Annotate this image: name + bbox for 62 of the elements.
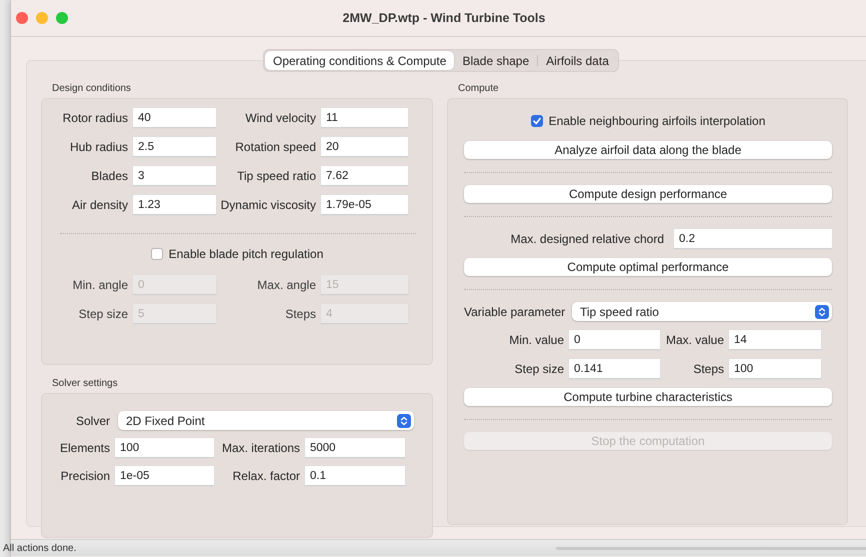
input-field[interactable]: 7.62: [321, 166, 408, 186]
input-field[interactable]: 20: [321, 137, 408, 157]
group-title: Solver settings: [52, 378, 119, 389]
group-title: Design conditions: [52, 83, 132, 94]
field-label: Wind velocity: [244, 111, 316, 125]
field-label: Dynamic viscosity: [220, 198, 316, 212]
field-label: Elements: [58, 441, 110, 455]
input-field[interactable]: 3: [133, 166, 216, 186]
input-field[interactable]: 1.23: [133, 195, 216, 215]
input-field[interactable]: 100: [115, 438, 214, 458]
chevrons-icon: [397, 414, 411, 428]
dropdown[interactable]: 2D Fixed Point: [118, 411, 414, 430]
field-label: Rotor radius: [62, 111, 128, 125]
field-label: Tip speed ratio: [236, 169, 316, 183]
status-text: All actions done.: [3, 542, 78, 554]
field-label: Blades: [90, 169, 128, 183]
push-button[interactable]: Compute design performance: [464, 185, 832, 203]
push-button[interactable]: Compute optimal performance: [464, 258, 832, 276]
field-label: Max. value: [664, 333, 724, 347]
input-field[interactable]: 100: [729, 359, 821, 379]
field-label: Steps: [692, 362, 724, 376]
tab[interactable]: Operating conditions & Compute: [265, 51, 454, 70]
field-label: Hub radius: [68, 140, 128, 154]
input-field[interactable]: 14: [729, 330, 821, 350]
field-label: Min. angle: [72, 278, 128, 292]
input-field[interactable]: 0.2: [674, 229, 832, 249]
input-field[interactable]: 11: [321, 108, 408, 128]
input-field[interactable]: 0.141: [569, 359, 660, 379]
input-field[interactable]: 0: [569, 330, 660, 350]
push-button[interactable]: Analyze airfoil data along the blade: [464, 141, 832, 159]
input-field[interactable]: 40: [133, 108, 216, 128]
field-label: Max. angle: [256, 278, 316, 292]
field-label: Step size: [514, 362, 564, 376]
input-field[interactable]: 0.1: [305, 466, 405, 486]
field-label: Rotation speed: [234, 140, 316, 154]
input-field[interactable]: 1e-05: [115, 466, 214, 486]
field-label: Max. iterations: [220, 441, 300, 455]
checkbox-label: Enable blade pitch regulation: [168, 247, 324, 261]
input-field[interactable]: 2.5: [133, 137, 216, 157]
field-label: Variable parameter: [464, 304, 564, 318]
field-label: Air density: [70, 198, 128, 212]
field-label: Precision: [60, 469, 110, 483]
chevrons-icon: [815, 304, 829, 318]
field-label: Step size: [78, 307, 128, 321]
checkbox[interactable]: [150, 248, 163, 260]
input-field[interactable]: 1.79e-05: [321, 195, 408, 215]
window-controls-icon[interactable]: [16, 12, 68, 24]
field-label: Solver: [74, 414, 110, 428]
input-field[interactable]: 5000: [305, 438, 405, 458]
checkbox-label: Enable neighbouring airfoils interpolation: [548, 114, 766, 128]
field-label: Relax. factor: [232, 469, 300, 483]
checkmark-icon: [532, 116, 542, 126]
field-label: Max. designed relative chord: [510, 232, 664, 246]
window-title: 2MW_DP.wtp - Wind Turbine Tools: [342, 11, 546, 25]
field-label: Min. value: [508, 333, 564, 347]
tab[interactable]: Blade shape: [454, 51, 538, 70]
dropdown[interactable]: Tip speed ratio: [572, 302, 832, 321]
group-title: Compute: [458, 83, 500, 94]
tab[interactable]: Airfoils data: [538, 51, 617, 70]
field-label: Steps: [284, 307, 316, 321]
checkbox[interactable]: [530, 115, 543, 127]
push-button[interactable]: Compute turbine characteristics: [464, 388, 832, 406]
